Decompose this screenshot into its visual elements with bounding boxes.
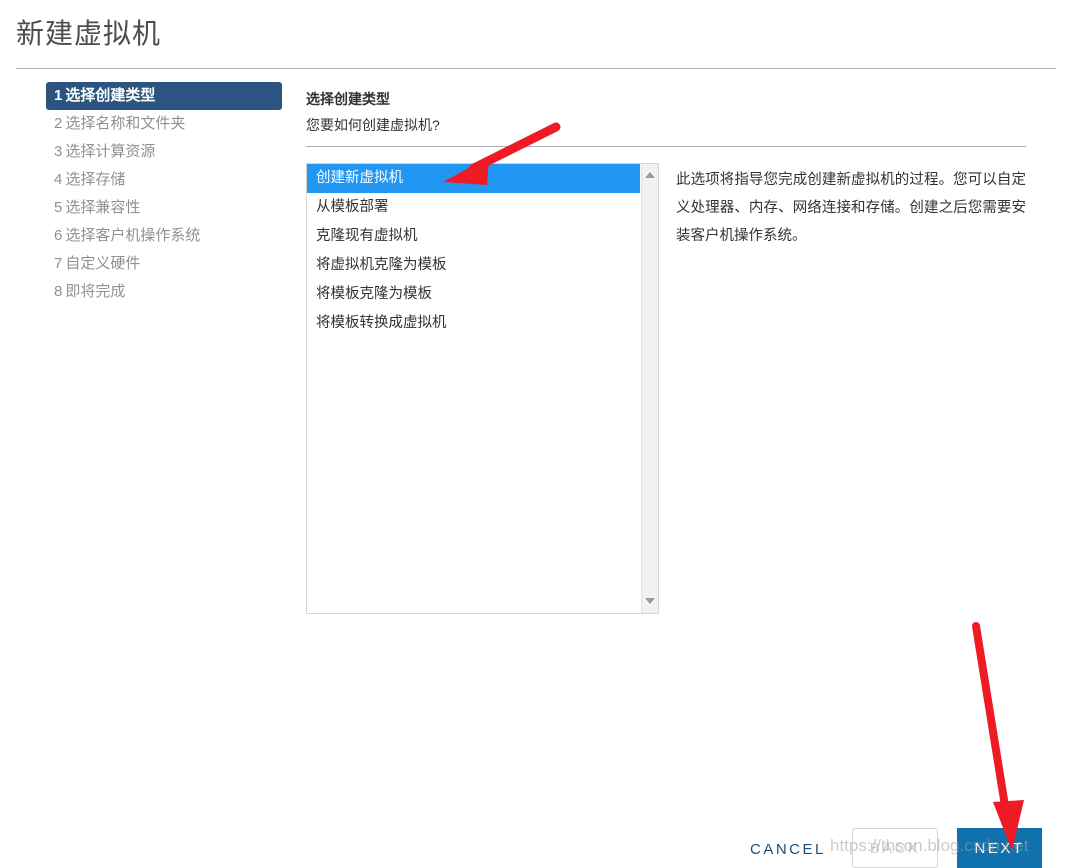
content-heading: 选择创建类型 bbox=[306, 91, 390, 107]
list-option-create-new-vm[interactable]: 创建新虚拟机 bbox=[307, 164, 640, 193]
sidebar-item-step-4[interactable]: 4 选择存储 bbox=[46, 166, 282, 194]
step-number: 6 bbox=[54, 227, 63, 244]
step-number: 2 bbox=[54, 115, 63, 132]
option-description: 此选项将指导您完成创建新虚拟机的过程。您可以自定义处理器、内存、网络连接和存储。… bbox=[676, 172, 1026, 244]
wizard-footer: CANCEL BACK NEXT bbox=[0, 822, 1070, 868]
next-button[interactable]: NEXT bbox=[957, 828, 1042, 868]
list-option-clone-existing-vm[interactable]: 克隆现有虚拟机 bbox=[307, 222, 640, 251]
sidebar-item-step-6[interactable]: 6 选择客户机操作系统 bbox=[46, 222, 282, 250]
list-option-clone-template-to-template[interactable]: 将模板克隆为模板 bbox=[307, 280, 640, 309]
step-label: 选择存储 bbox=[65, 171, 126, 188]
scroll-up-arrow-icon[interactable] bbox=[642, 166, 658, 183]
step-label: 选择名称和文件夹 bbox=[65, 115, 186, 132]
sidebar-item-step-5[interactable]: 5 选择兼容性 bbox=[46, 194, 282, 222]
step-label: 选择兼容性 bbox=[65, 199, 141, 216]
content-divider bbox=[306, 146, 1026, 147]
listbox-scrollbar[interactable] bbox=[641, 164, 658, 613]
sidebar-item-step-2[interactable]: 2 选择名称和文件夹 bbox=[46, 110, 282, 138]
step-number: 1 bbox=[54, 87, 63, 104]
header-divider bbox=[16, 68, 1056, 69]
sidebar-item-step-7[interactable]: 7 自定义硬件 bbox=[46, 250, 282, 278]
scroll-down-arrow-icon[interactable] bbox=[642, 592, 658, 609]
step-number: 4 bbox=[54, 171, 63, 188]
triangle-down-icon bbox=[645, 597, 655, 604]
step-label: 自定义硬件 bbox=[65, 255, 141, 272]
step-number: 8 bbox=[54, 283, 63, 300]
sidebar-item-step-8[interactable]: 8 即将完成 bbox=[46, 278, 282, 306]
step-number: 3 bbox=[54, 143, 63, 160]
list-option-convert-template-to-vm[interactable]: 将模板转换成虚拟机 bbox=[307, 309, 640, 338]
content-panel: 选择创建类型 您要如何创建虚拟机? bbox=[306, 88, 1026, 136]
step-number: 7 bbox=[54, 255, 63, 272]
step-label: 选择创建类型 bbox=[65, 87, 156, 104]
back-button: BACK bbox=[852, 828, 938, 868]
step-number: 5 bbox=[54, 199, 63, 216]
page-title: 新建虚拟机 bbox=[16, 18, 162, 49]
step-label: 选择客户机操作系统 bbox=[65, 227, 201, 244]
list-option-deploy-from-template[interactable]: 从模板部署 bbox=[307, 193, 640, 222]
list-option-clone-vm-to-template[interactable]: 将虚拟机克隆为模板 bbox=[307, 251, 640, 280]
step-label: 即将完成 bbox=[65, 283, 126, 300]
content-question: 您要如何创建虚拟机? bbox=[306, 117, 440, 133]
step-label: 选择计算资源 bbox=[65, 143, 156, 160]
sidebar-item-step-3[interactable]: 3 选择计算资源 bbox=[46, 138, 282, 166]
sidebar-item-step-1[interactable]: 1 选择创建类型 bbox=[46, 82, 282, 110]
listbox-options: 创建新虚拟机 从模板部署 克隆现有虚拟机 将虚拟机克隆为模板 将模板克隆为模板 … bbox=[307, 164, 640, 613]
creation-type-listbox[interactable]: 创建新虚拟机 从模板部署 克隆现有虚拟机 将虚拟机克隆为模板 将模板克隆为模板 … bbox=[306, 163, 659, 614]
annotation-arrow-to-next-button bbox=[972, 622, 1024, 851]
cancel-button[interactable]: CANCEL bbox=[744, 840, 832, 859]
wizard-step-sidebar: 1 选择创建类型 2 选择名称和文件夹 3 选择计算资源 4 选择存储 5 选择兼容性 6… bbox=[46, 82, 282, 306]
triangle-up-icon bbox=[645, 171, 655, 178]
